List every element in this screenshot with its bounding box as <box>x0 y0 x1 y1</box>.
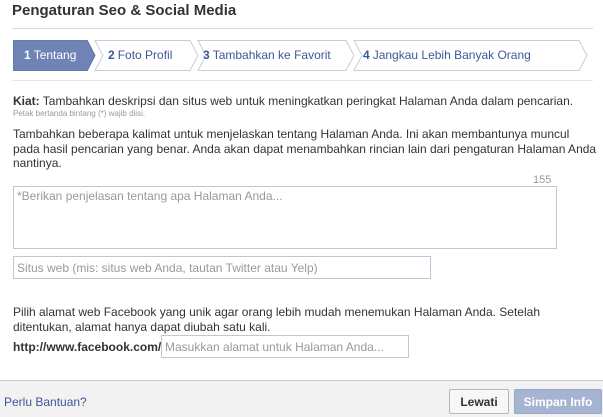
step-1-label: Tentang <box>33 48 77 62</box>
step-1-number: 1 <box>24 48 31 62</box>
required-note: Petak bertanda bintang (*) wajib diisi. <box>13 109 146 118</box>
website-input[interactable] <box>13 256 431 279</box>
facebook-url-prefix: http://www.facebook.com/ <box>13 340 162 354</box>
step-3-label: Tambahkan ke Favorit <box>212 48 331 62</box>
step-2[interactable]: 2 Foto Profil <box>108 48 172 62</box>
wizard-steps: 1 Tentang 2 Foto Profil 3 Tambahkan ke Favo… <box>13 40 591 71</box>
tip-body: Tambahkan deskripsi dan situs web untuk … <box>42 94 574 108</box>
facebook-url-input[interactable] <box>161 335 409 358</box>
step-3-number: 3 <box>203 48 210 62</box>
dialog-title: Pengaturan Seo & Social Media <box>12 2 237 19</box>
character-counter: 155 <box>533 174 552 186</box>
tip-text: Kiat: Tambahkan deskripsi dan situs web … <box>13 94 573 108</box>
facebook-url-intro: Pilih alamat web Facebook yang unik agar… <box>13 305 540 334</box>
skip-button[interactable]: Lewati <box>449 389 509 414</box>
description-textarea[interactable] <box>13 186 557 249</box>
dialog-footer: Perlu Bantuan? Lewati Simpan Info <box>0 380 603 417</box>
steps-divider <box>12 80 593 81</box>
step-3[interactable]: 3 Tambahkan ke Favorit <box>203 48 331 62</box>
step-1[interactable]: 1 Tentang <box>24 48 76 62</box>
step-2-number: 2 <box>108 48 115 62</box>
step-4-label: Jangkau Lebih Banyak Orang <box>372 48 531 62</box>
step-4[interactable]: 4 Jangkau Lebih Banyak Orang <box>363 48 531 62</box>
title-divider <box>12 28 593 29</box>
tip-label: Kiat: <box>13 94 40 108</box>
help-link[interactable]: Perlu Bantuan? <box>4 395 87 409</box>
step-2-label: Foto Profil <box>117 48 173 62</box>
description-intro: Tambahkan beberapa kalimat untuk menjela… <box>13 127 597 170</box>
step-4-number: 4 <box>363 48 370 62</box>
save-info-button[interactable]: Simpan Info <box>514 389 602 414</box>
